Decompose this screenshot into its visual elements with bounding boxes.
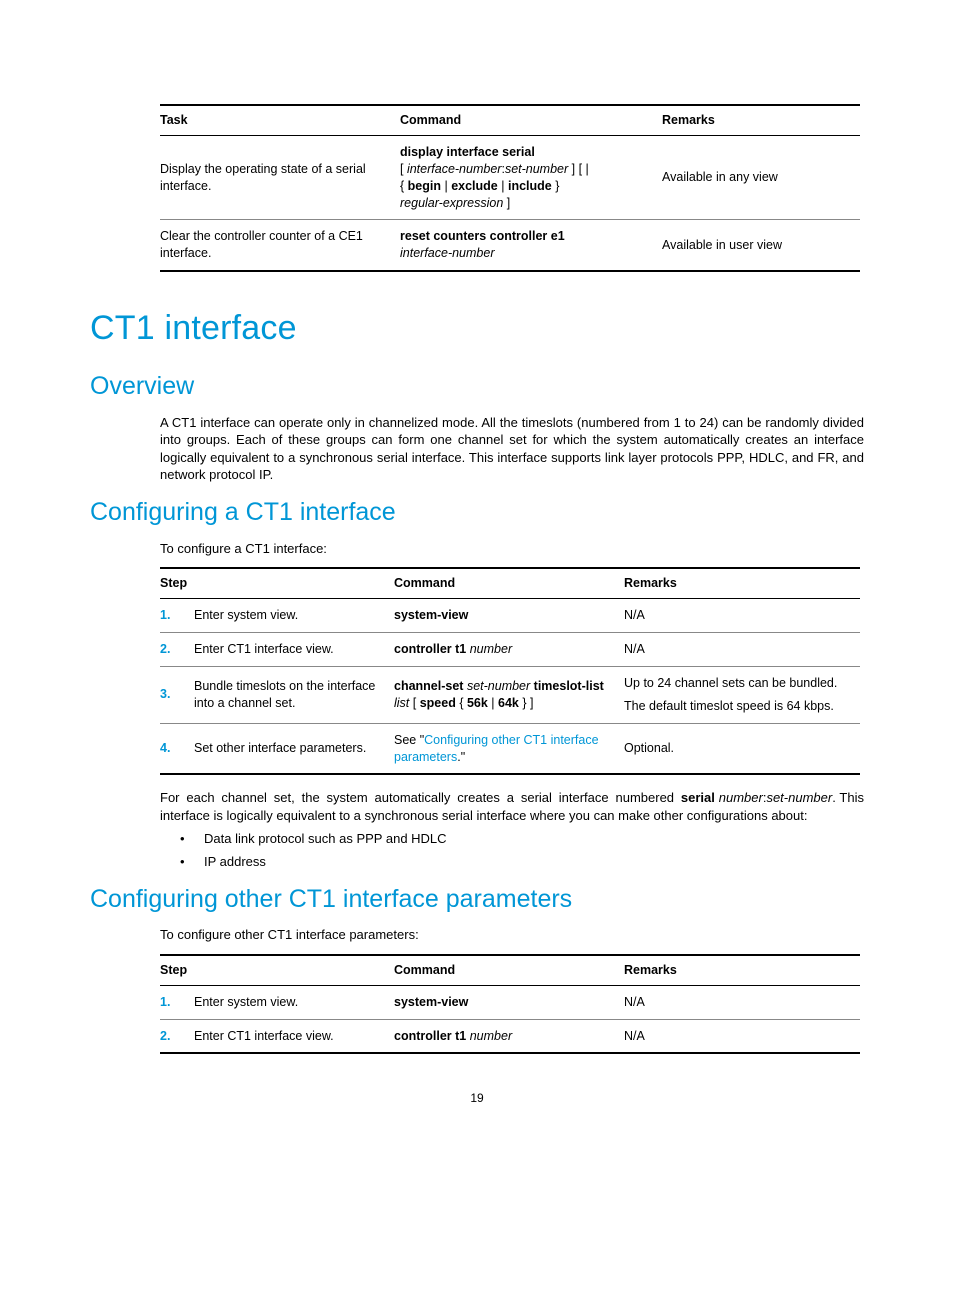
- cmd-bold: display interface serial: [400, 145, 535, 159]
- step-number: 1.: [160, 599, 194, 633]
- cmd-bold: exclude: [451, 179, 498, 193]
- cell-command: display interface serial [ interface-num…: [400, 135, 662, 220]
- cmd-bold: begin: [408, 179, 441, 193]
- cmd-ital: interface-number: [407, 162, 502, 176]
- table-row: 1. Enter system view. system-view N/A: [160, 599, 860, 633]
- text: See ": [394, 733, 424, 747]
- paragraph-config-lead: To configure a CT1 interface:: [160, 540, 864, 558]
- paragraph-overview: A CT1 interface can operate only in chan…: [160, 414, 864, 484]
- cell-step: Set other interface parameters.: [194, 723, 394, 774]
- cell-task: Display the operating state of a serial …: [160, 135, 400, 220]
- cmd-bold: timeslot-list: [534, 679, 604, 693]
- step-number: 3.: [160, 666, 194, 723]
- text-bold: serial: [681, 790, 715, 805]
- cmd-ital: number: [470, 1029, 512, 1043]
- heading-ct1-interface: CT1 interface: [90, 306, 864, 352]
- cmd-bold: speed: [420, 696, 456, 710]
- table-row: 2. Enter CT1 interface view. controller …: [160, 1019, 860, 1053]
- heading-overview: Overview: [90, 370, 864, 404]
- paragraph-other-lead: To configure other CT1 interface paramet…: [160, 926, 864, 944]
- page-number: 19: [90, 1090, 864, 1106]
- table-step-command-remarks-2: Step Command Remarks 1. Enter system vie…: [160, 954, 860, 1055]
- cell-remarks: N/A: [624, 985, 860, 1019]
- table-task-command-remarks: Task Command Remarks Display the operati…: [160, 104, 860, 272]
- col-step: Step: [160, 568, 394, 598]
- cell-remarks: N/A: [624, 599, 860, 633]
- step-number: 2.: [160, 633, 194, 667]
- table-row: 3. Bundle timeslots on the interface int…: [160, 666, 860, 723]
- list-item: Data link protocol such as PPP and HDLC: [180, 830, 864, 848]
- col-remarks: Remarks: [624, 955, 860, 985]
- text-ital: number: [719, 790, 763, 805]
- heading-configuring-ct1: Configuring a CT1 interface: [90, 496, 864, 530]
- cell-command: controller t1 number: [394, 633, 624, 667]
- list-item: IP address: [180, 853, 864, 871]
- heading-configuring-other: Configuring other CT1 interface paramete…: [90, 883, 864, 917]
- cell-step: Enter system view.: [194, 599, 394, 633]
- remark-line: Up to 24 channel sets can be bundled.: [624, 676, 837, 690]
- step-number: 2.: [160, 1019, 194, 1053]
- cmd-bold: 56k: [467, 696, 488, 710]
- step-number: 1.: [160, 985, 194, 1019]
- cmd-bold: system-view: [394, 995, 468, 1009]
- cmd-bold: system-view: [394, 608, 468, 622]
- cell-step: Enter CT1 interface view.: [194, 633, 394, 667]
- cmd-bold: controller t1: [394, 642, 466, 656]
- text: .": [457, 750, 465, 764]
- paragraph-serial-note: For each channel set, the system automat…: [160, 789, 864, 824]
- cell-command: system-view: [394, 985, 624, 1019]
- cmd-bold: controller t1: [394, 1029, 466, 1043]
- text-ital: set-number: [766, 790, 832, 805]
- table-row: Display the operating state of a serial …: [160, 135, 860, 220]
- cell-step: Bundle timeslots on the interface into a…: [194, 666, 394, 723]
- table-row: 4. Set other interface parameters. See "…: [160, 723, 860, 774]
- col-task: Task: [160, 105, 400, 135]
- cmd-ital: set-number: [467, 679, 530, 693]
- remark-line: The default timeslot speed is 64 kbps.: [624, 699, 834, 713]
- cell-remarks: N/A: [624, 1019, 860, 1053]
- col-command: Command: [400, 105, 662, 135]
- cmd-ital: list: [394, 696, 409, 710]
- cell-remarks: N/A: [624, 633, 860, 667]
- cell-command: system-view: [394, 599, 624, 633]
- col-remarks: Remarks: [662, 105, 860, 135]
- cell-remarks: Up to 24 channel sets can be bundled. Th…: [624, 666, 860, 723]
- bullet-list: Data link protocol such as PPP and HDLC …: [180, 830, 864, 870]
- table-step-command-remarks: Step Command Remarks 1. Enter system vie…: [160, 567, 860, 775]
- cmd-bold: 64k: [498, 696, 519, 710]
- table-row: Clear the controller counter of a CE1 in…: [160, 220, 860, 271]
- cmd-bold: include: [508, 179, 552, 193]
- cell-command: See "Configuring other CT1 interface par…: [394, 723, 624, 774]
- cmd-ital: interface-number: [400, 246, 495, 260]
- cmd-bold: channel-set: [394, 679, 463, 693]
- cell-step: Enter system view.: [194, 985, 394, 1019]
- cell-remarks: Available in any view: [662, 135, 860, 220]
- cmd-bold: reset counters controller e1: [400, 229, 565, 243]
- col-command: Command: [394, 568, 624, 598]
- cmd-ital: set-number: [505, 162, 568, 176]
- col-step: Step: [160, 955, 394, 985]
- col-command: Command: [394, 955, 624, 985]
- cell-command: controller t1 number: [394, 1019, 624, 1053]
- cmd-ital: regular-expression: [400, 196, 503, 210]
- cell-remarks: Available in user view: [662, 220, 860, 271]
- cell-remarks: Optional.: [624, 723, 860, 774]
- cmd-ital: number: [470, 642, 512, 656]
- cell-command: channel-set set-number timeslot-list lis…: [394, 666, 624, 723]
- text: For each channel set, the system automat…: [160, 790, 681, 805]
- table-row: 1. Enter system view. system-view N/A: [160, 985, 860, 1019]
- col-remarks: Remarks: [624, 568, 860, 598]
- cell-task: Clear the controller counter of a CE1 in…: [160, 220, 400, 271]
- table-row: 2. Enter CT1 interface view. controller …: [160, 633, 860, 667]
- cell-command: reset counters controller e1 interface-n…: [400, 220, 662, 271]
- link-configuring-other[interactable]: Configuring other CT1 interface paramete…: [394, 733, 599, 764]
- step-number: 4.: [160, 723, 194, 774]
- cell-step: Enter CT1 interface view.: [194, 1019, 394, 1053]
